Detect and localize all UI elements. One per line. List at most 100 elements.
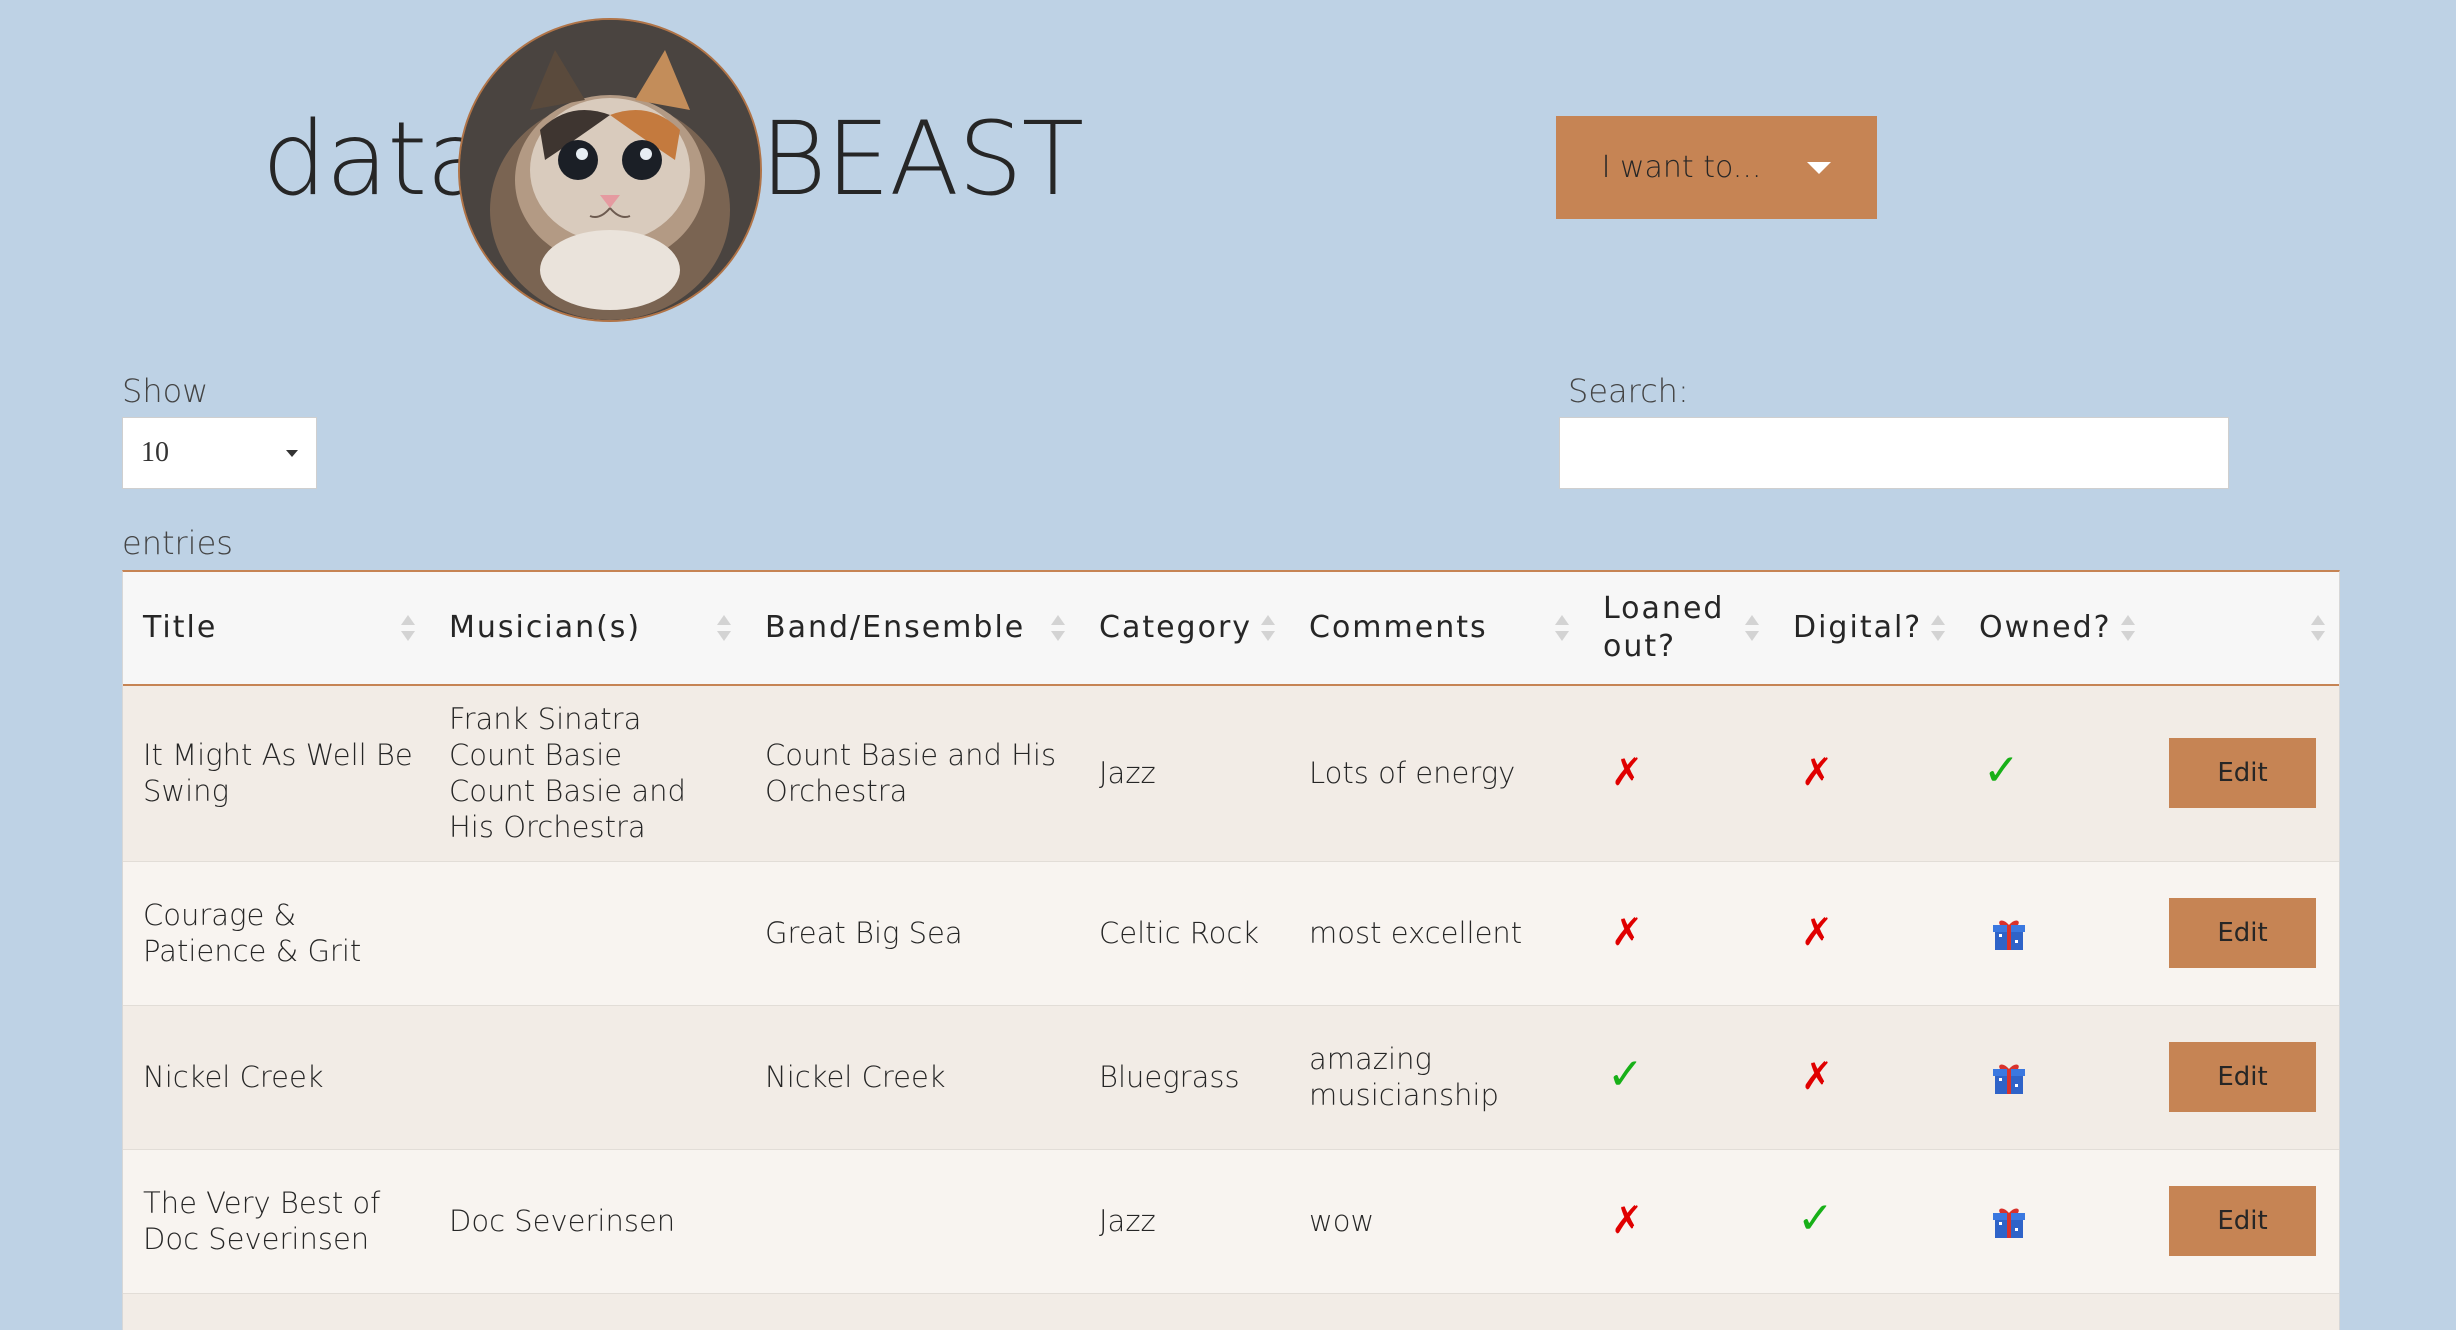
table-row — [123, 1293, 2339, 1330]
cell-title: It Might As Well Be Swing — [123, 685, 429, 862]
column-header-musicians[interactable]: Musician(s) — [429, 572, 745, 686]
cell-loaned: ✗ — [1583, 861, 1773, 1006]
cell-category: Jazz — [1079, 685, 1289, 862]
column-header-actions[interactable] — [2149, 572, 2339, 686]
kitten-logo-image — [458, 18, 762, 322]
cell-digital: ✗ — [1773, 861, 1959, 1006]
cell-digital: ✓ — [1773, 1149, 1959, 1294]
cross-icon: ✗ — [1801, 909, 1833, 954]
musician-name: Count Basie — [449, 738, 623, 773]
check-icon: ✓ — [1607, 1049, 1644, 1100]
entries-per-page-value: 10 — [141, 437, 169, 468]
sort-icon — [1051, 613, 1065, 643]
edit-button[interactable]: Edit — [2169, 898, 2316, 968]
column-header-label: Band/Ensemble — [765, 610, 1026, 645]
cell-empty — [2149, 1293, 2339, 1330]
cell-band: Nickel Creek — [745, 1005, 1079, 1150]
cell-musicians — [429, 861, 745, 1006]
cell-musicians: Frank Sinatra Count Basie Count Basie an… — [429, 685, 745, 862]
column-header-comments[interactable]: Comments — [1289, 572, 1583, 686]
cell-category: Jazz — [1079, 1149, 1289, 1294]
column-header-category[interactable]: Category — [1079, 572, 1289, 686]
column-header-label: Category — [1099, 610, 1253, 645]
musician-name: Count Basie and His Orchestra — [449, 774, 686, 845]
column-header-loaned[interactable]: Loaned out? — [1583, 572, 1773, 686]
search-input[interactable] — [1559, 417, 2229, 489]
entries-label: entries — [122, 524, 233, 562]
column-header-label: Digital? — [1793, 610, 1923, 645]
cell-band: Great Big Sea — [745, 861, 1079, 1006]
i-want-to-label: I want to... — [1601, 150, 1762, 185]
cell-empty — [123, 1293, 429, 1330]
cell-actions: Edit — [2149, 685, 2339, 862]
cell-digital: ✗ — [1773, 685, 1959, 862]
sort-icon — [2311, 613, 2325, 643]
sort-icon — [1745, 613, 1759, 643]
cell-owned: ✓ — [1959, 685, 2149, 862]
records-table: Title Musician(s) Band/Ensemble Category… — [122, 570, 2340, 1330]
column-header-label: Owned? — [1979, 610, 2112, 645]
logo-text-data: data — [262, 100, 489, 219]
cell-actions: Edit — [2149, 861, 2339, 1006]
cell-musicians: Doc Severinsen — [429, 1149, 745, 1294]
cell-category: Bluegrass — [1079, 1005, 1289, 1150]
sort-icon — [1261, 613, 1275, 643]
cross-icon: ✗ — [1611, 749, 1643, 794]
sort-icon — [2121, 613, 2135, 643]
cell-empty — [429, 1293, 745, 1330]
edit-button[interactable]: Edit — [2169, 738, 2316, 809]
cell-empty — [745, 1293, 1079, 1330]
entries-per-page-select[interactable]: 10 — [122, 417, 317, 489]
column-header-band[interactable]: Band/Ensemble — [745, 572, 1079, 686]
check-icon: ✓ — [1797, 1193, 1834, 1244]
chevron-down-icon — [286, 449, 298, 457]
cell-owned — [1959, 1149, 2149, 1294]
table-row: The Very Best of Doc Severinsen Doc Seve… — [123, 1149, 2339, 1294]
cell-actions: Edit — [2149, 1149, 2339, 1294]
column-header-label: Title — [143, 610, 218, 645]
gift-icon — [1993, 1208, 2025, 1238]
gift-icon — [1993, 1064, 2025, 1094]
cell-loaned: ✗ — [1583, 685, 1773, 862]
edit-button[interactable]: Edit — [2169, 1042, 2316, 1112]
cell-empty — [1583, 1293, 1773, 1330]
column-header-title[interactable]: Title — [123, 572, 429, 686]
table-row: It Might As Well Be Swing Frank Sinatra … — [123, 685, 2339, 862]
column-header-owned[interactable]: Owned? — [1959, 572, 2149, 686]
sort-icon — [401, 613, 415, 643]
cell-empty — [1079, 1293, 1289, 1330]
musician-name: Doc Severinsen — [449, 1204, 676, 1238]
column-header-label: Loaned out? — [1603, 591, 1725, 664]
cell-category: Celtic Rock — [1079, 861, 1289, 1006]
cell-comments: wow — [1289, 1149, 1583, 1294]
cell-empty — [1959, 1293, 2149, 1330]
cell-comments: Lots of energy — [1289, 685, 1583, 862]
cell-digital: ✗ — [1773, 1005, 1959, 1150]
cell-band: Count Basie and His Orchestra — [745, 685, 1079, 862]
cell-comments: most excellent — [1289, 861, 1583, 1006]
sort-icon — [1931, 613, 1945, 643]
column-header-digital[interactable]: Digital? — [1773, 572, 1959, 686]
column-header-label: Comments — [1309, 610, 1488, 645]
show-label: Show — [122, 372, 209, 410]
cell-empty — [1289, 1293, 1583, 1330]
cell-title: The Very Best of Doc Severinsen — [123, 1149, 429, 1294]
cross-icon: ✗ — [1801, 749, 1833, 794]
cell-loaned: ✗ — [1583, 1149, 1773, 1294]
sort-icon — [717, 613, 731, 643]
caret-down-icon — [1807, 161, 1832, 174]
table-row: Nickel Creek Nickel Creek Bluegrass amaz… — [123, 1005, 2339, 1150]
cell-actions: Edit — [2149, 1005, 2339, 1150]
sort-icon — [1555, 613, 1569, 643]
i-want-to-dropdown-button[interactable]: I want to... — [1556, 116, 1877, 219]
search-label: Search: — [1568, 372, 1689, 410]
cell-comments: amazing musicianship — [1289, 1005, 1583, 1150]
cross-icon: ✗ — [1611, 1197, 1643, 1242]
table-row: Courage & Patience & Grit Great Big Sea … — [123, 861, 2339, 1006]
cell-empty — [1773, 1293, 1959, 1330]
edit-button[interactable]: Edit — [2169, 1186, 2316, 1256]
cell-loaned: ✓ — [1583, 1005, 1773, 1150]
cell-title: Courage & Patience & Grit — [123, 861, 429, 1006]
gift-icon — [1993, 920, 2025, 950]
cell-owned — [1959, 861, 2149, 1006]
